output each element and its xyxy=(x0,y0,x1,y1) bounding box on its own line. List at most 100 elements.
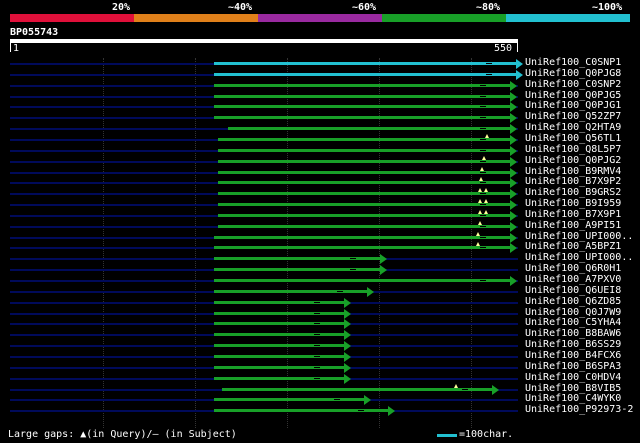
alignment-bar[interactable] xyxy=(218,224,510,228)
hit-label[interactable]: UniRef100_B7X9P1 xyxy=(525,209,621,220)
alignment-bar[interactable] xyxy=(214,376,344,380)
alignment-bar[interactable] xyxy=(214,62,516,65)
query-gap-triangle-icon xyxy=(480,166,484,171)
subject-gap-mark xyxy=(480,106,486,108)
alignment-arrow-icon xyxy=(516,69,523,80)
hit-label[interactable]: UniRef100_C4WYK0 xyxy=(525,393,621,404)
hit-label[interactable]: UniRef100_B6SPA3 xyxy=(525,361,621,372)
query-start-label: 1 xyxy=(13,43,20,54)
alignment-arrow-icon xyxy=(510,124,517,135)
hit-label[interactable]: UniRef100_C0HDV4 xyxy=(525,372,621,383)
alignment-bar[interactable] xyxy=(214,116,510,120)
scale-label: 20% xyxy=(112,2,131,13)
alignment-bar[interactable] xyxy=(214,300,344,304)
alignment-bar[interactable] xyxy=(218,213,510,217)
hit-label[interactable]: UniRef100_C0SNP2 xyxy=(525,79,621,90)
hit-label[interactable]: UniRef100_UPI000.. xyxy=(525,252,633,263)
alignment-arrow-icon xyxy=(510,156,517,167)
query-start-tick xyxy=(10,43,11,52)
alignment-bar[interactable] xyxy=(214,311,344,315)
alignment-arrow-icon xyxy=(364,395,371,406)
query-gap-triangle-icon xyxy=(485,133,489,138)
hit-label[interactable]: UniRef100_Q6R0H1 xyxy=(525,263,621,274)
alignment-bar[interactable] xyxy=(214,105,510,109)
hit-label[interactable]: UniRef100_Q8L5P7 xyxy=(525,144,621,155)
subject-gap-mark xyxy=(350,258,356,260)
scale-segment xyxy=(382,14,506,22)
alignment-bar[interactable] xyxy=(214,83,510,87)
query-end-tick xyxy=(517,43,518,52)
alignment-arrow-icon xyxy=(380,265,387,276)
subject-gap-mark xyxy=(480,247,486,249)
subject-gap-mark xyxy=(314,312,320,314)
alignment-bar[interactable] xyxy=(218,181,510,185)
subject-gap-mark xyxy=(480,160,486,162)
hit-label[interactable]: UniRef100_P92973-2 xyxy=(525,404,633,415)
subject-gap-mark xyxy=(314,366,320,368)
alignment-bar[interactable] xyxy=(214,279,510,282)
hit-label[interactable]: UniRef100_Q6ZD85 xyxy=(525,296,621,307)
alignment-bar[interactable] xyxy=(228,127,510,131)
alignment-bar[interactable] xyxy=(214,322,344,326)
alignment-bar[interactable] xyxy=(214,354,344,358)
alignment-bar[interactable] xyxy=(214,365,344,369)
alignment-bar[interactable] xyxy=(214,333,344,337)
alignment-bar[interactable] xyxy=(218,148,510,152)
hit-label[interactable]: UniRef100_Q0PJG5 xyxy=(525,90,621,101)
hit-label[interactable]: UniRef100_B8VIB5 xyxy=(525,383,621,394)
subject-gap-mark xyxy=(462,388,468,390)
hit-label[interactable]: UniRef100_Q0PJG2 xyxy=(525,155,621,166)
hit-label[interactable]: UniRef100_A5BPZ1 xyxy=(525,241,621,252)
hit-label[interactable]: UniRef100_Q0J7W9 xyxy=(525,307,621,318)
query-gap-triangle-icon xyxy=(479,177,483,182)
hit-label[interactable]: UniRef100_B9I959 xyxy=(525,198,621,209)
hit-label[interactable]: UniRef100_UPI000.. xyxy=(525,231,633,242)
subject-gap-mark xyxy=(480,193,486,195)
subject-gap-mark xyxy=(314,334,320,336)
alignment-arrow-icon xyxy=(344,362,351,373)
hit-label[interactable]: UniRef100_Q0PJG1 xyxy=(525,100,621,111)
hit-row[interactable]: UniRef100_P92973-2 xyxy=(0,404,640,417)
alignment-arrow-icon xyxy=(344,341,351,352)
hit-label[interactable]: UniRef100_B9RMV4 xyxy=(525,166,621,177)
hit-label[interactable]: UniRef100_Q6UEI8 xyxy=(525,285,621,296)
hit-label[interactable]: UniRef100_B9GRS2 xyxy=(525,187,621,198)
alignment-bar[interactable] xyxy=(214,344,344,348)
hit-label[interactable]: UniRef100_Q52ZP7 xyxy=(525,111,621,122)
subject-gap-mark xyxy=(480,95,486,97)
hit-label[interactable]: UniRef100_B6SS29 xyxy=(525,339,621,350)
alignment-arrow-icon xyxy=(510,210,517,221)
alignment-arrow-icon xyxy=(510,80,517,91)
alignment-bar[interactable] xyxy=(214,246,510,250)
query-name: BP055743 xyxy=(10,27,59,38)
subject-gap-mark xyxy=(480,225,486,227)
alignment-arrow-icon xyxy=(344,308,351,319)
alignment-bar[interactable] xyxy=(218,159,510,163)
hit-label[interactable]: UniRef100_Q2HTA9 xyxy=(525,122,621,133)
scale-label: ~60% xyxy=(352,2,377,13)
hit-label[interactable]: UniRef100_A7PXV0 xyxy=(525,274,621,285)
alignment-bar[interactable] xyxy=(214,235,510,239)
hit-label[interactable]: UniRef100_A9PI51 xyxy=(525,220,621,231)
alignment-bar[interactable] xyxy=(214,72,516,76)
alignment-arrow-icon xyxy=(510,178,517,189)
hit-label[interactable]: UniRef100_B4FCX6 xyxy=(525,350,621,361)
hit-label[interactable]: UniRef100_C0SNP1 xyxy=(525,57,621,68)
hit-label[interactable]: UniRef100_Q56TL1 xyxy=(525,133,621,144)
alignment-bar[interactable] xyxy=(218,192,510,196)
alignment-bar[interactable] xyxy=(214,94,510,98)
alignment-bar[interactable] xyxy=(214,289,367,293)
alignment-bar[interactable] xyxy=(218,203,510,207)
hit-label[interactable]: UniRef100_Q0PJG8 xyxy=(525,68,621,79)
query-gap-triangle-icon xyxy=(454,383,458,388)
hit-label[interactable]: UniRef100_B7X9P2 xyxy=(525,176,621,187)
query-sequence-bar xyxy=(10,39,518,43)
hit-label[interactable]: UniRef100_B8BAW6 xyxy=(525,328,621,339)
hit-label[interactable]: UniRef100_C5YHA4 xyxy=(525,317,621,328)
alignment-bar[interactable] xyxy=(218,170,510,174)
alignment-bar[interactable] xyxy=(222,387,492,391)
alignment-arrow-icon xyxy=(510,243,517,254)
subject-gap-mark xyxy=(480,171,486,173)
alignment-bar[interactable] xyxy=(218,137,510,141)
alignment-bar[interactable] xyxy=(214,398,364,402)
